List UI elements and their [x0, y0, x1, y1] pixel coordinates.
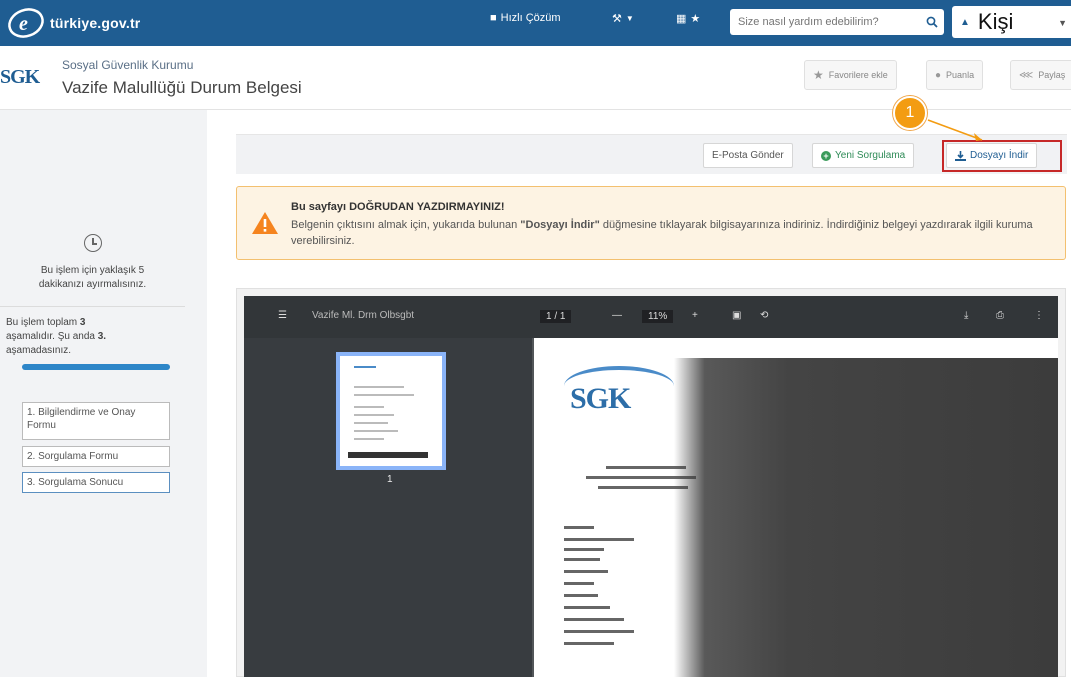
document-sgk-logo: SGK — [570, 382, 631, 415]
thumbnail-panel: 1 — [244, 338, 532, 677]
step-item-2[interactable]: 2. Sorgulama Formu — [22, 446, 170, 467]
search-input[interactable] — [730, 15, 920, 29]
annotation-badge: 1 — [893, 96, 927, 130]
share-icon: ⋘ — [1019, 69, 1034, 81]
divider — [0, 306, 185, 307]
turkiye-gov-logo[interactable]: e türkiye.gov.tr — [6, 6, 140, 40]
search-button[interactable] — [920, 9, 944, 35]
step-item-1[interactable]: 1. Bilgilendirme ve Onay Formu — [22, 402, 170, 440]
print-warning-alert: Bu sayfayı DOĞRUDAN YAZDIRMAYINIZ! Belge… — [236, 186, 1066, 260]
zoom-out-icon[interactable]: — — [612, 310, 622, 321]
chevron-down-icon: ▼ — [1058, 18, 1067, 28]
page-thumbnail[interactable] — [336, 352, 446, 470]
send-email-button[interactable]: E-Posta Gönder — [703, 143, 793, 168]
sgk-logo: SGK — [0, 66, 40, 88]
quick-solution-button[interactable]: ■ Hızlı Çözüm — [490, 12, 561, 24]
zoom-in-icon[interactable]: + — [692, 310, 698, 321]
rate-button[interactable]: ● Puanla — [926, 60, 984, 90]
zoom-level[interactable]: 11% — [642, 310, 674, 323]
wrench-icon: ⚒ — [612, 13, 622, 25]
time-estimate-note: Bu işlem için yaklaşık 5 dakikanızı ayır… — [38, 265, 147, 290]
menu-icon[interactable]: ☰ — [278, 310, 287, 321]
search-box — [730, 9, 944, 35]
new-query-button[interactable]: + Yeni Sorgulama — [812, 143, 915, 168]
print-icon[interactable]: ⎙ — [996, 310, 1004, 321]
user-icon: ▲ — [960, 16, 970, 28]
e-devlet-logo-icon: e — [8, 8, 44, 38]
steps-info: Bu işlem toplam 3 aşamalıdır. Şu anda 3.… — [6, 317, 107, 356]
progress-fill — [22, 364, 170, 370]
step-item-3[interactable]: 3. Sorgulama Sonucu — [22, 472, 170, 493]
plus-circle-icon: + — [821, 150, 831, 161]
add-to-favorites-button[interactable]: ★ Favorilere ekle — [804, 60, 897, 90]
warning-icon — [252, 212, 278, 234]
search-icon — [926, 16, 938, 28]
warning-title: Bu sayfayı DOĞRUDAN YAZDIRMAYINIZ! — [291, 201, 505, 213]
comment-icon: ● — [935, 69, 942, 81]
thumbnail-page-number: 1 — [387, 474, 393, 485]
svg-text:e: e — [19, 13, 28, 35]
pdf-page: SGK — [534, 338, 1058, 677]
apps-favorites-button[interactable]: ▦ ★ — [676, 12, 700, 25]
download-icon[interactable]: ⤓ — [964, 310, 968, 321]
share-button[interactable]: ⋘ Paylaş — [1010, 60, 1071, 90]
warning-text: Belgenin çıktısını almak için, yukarıda … — [291, 219, 1033, 247]
pdf-file-name: Vazife Ml. Drm Olbsgbt — [312, 310, 415, 321]
progress-bar — [22, 364, 170, 370]
star-icon: ★ — [813, 68, 824, 82]
institution-name[interactable]: Sosyal Güvenlik Kurumu — [62, 58, 193, 72]
page-title: Vazife Malullüğü Durum Belgesi — [62, 78, 302, 97]
more-options-icon[interactable]: ⋮ — [1034, 310, 1044, 321]
user-name: Kişi — [977, 9, 1014, 34]
top-navigation-bar: e türkiye.gov.tr ■ Hızlı Çözüm ⚒ ▼ ▦ ★ ▲… — [0, 0, 1071, 46]
rotate-icon[interactable]: ⟲ — [760, 310, 768, 321]
grid-icon: ▦ — [676, 13, 687, 25]
chat-icon: ■ — [490, 12, 497, 24]
redacted-area — [674, 358, 1058, 677]
pdf-toolbar: ☰ Vazife Ml. Drm Olbsgbt 1 / 1 — 11% + ▣… — [244, 296, 1058, 338]
pdf-viewer: ☰ Vazife Ml. Drm Olbsgbt 1 / 1 — 11% + ▣… — [244, 296, 1058, 677]
download-highlight-box — [942, 140, 1062, 172]
clock-icon — [84, 234, 102, 252]
page-indicator[interactable]: 1 / 1 — [540, 310, 572, 323]
user-menu[interactable]: ▲ Kişi ▼ — [952, 6, 1071, 38]
star-icon: ★ — [690, 13, 701, 25]
chevron-down-icon: ▼ — [625, 14, 634, 23]
process-sidebar: Bu işlem için yaklaşık 5 dakikanızı ayır… — [0, 110, 207, 677]
fit-page-icon[interactable]: ▣ — [732, 310, 741, 321]
logo-text: türkiye.gov.tr — [50, 15, 141, 31]
tools-menu-button[interactable]: ⚒ ▼ — [612, 12, 634, 25]
